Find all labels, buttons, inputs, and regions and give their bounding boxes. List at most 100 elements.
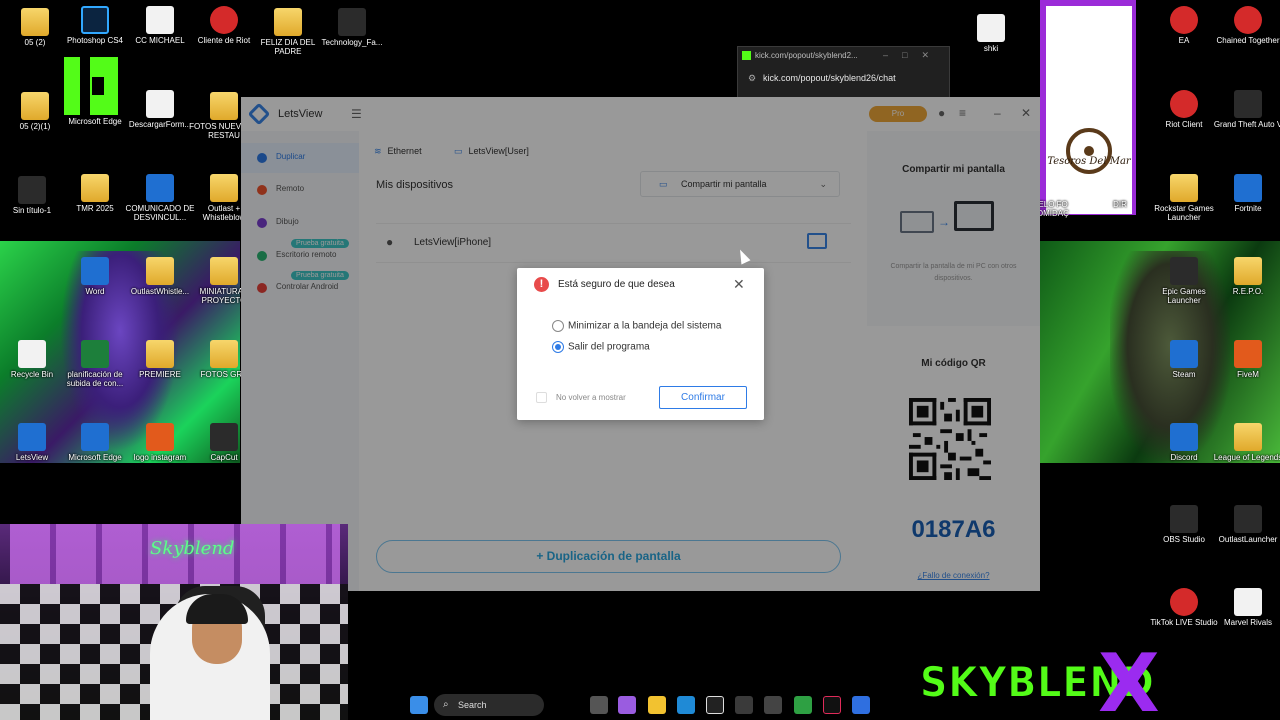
desktop-icon[interactable]: Microsoft Edge [60,423,130,462]
folder-icon [274,8,302,36]
window-controls[interactable]: –□✕ [883,50,943,61]
desktop-icon[interactable]: Photoshop CS4 [60,6,130,45]
chained-together-icon [1234,6,1262,34]
desktop-icon[interactable]: Discord [1149,423,1219,462]
desktop-icon[interactable]: PREMIERE [125,340,195,379]
desktop-icon[interactable]: COMUNICADO DE DESVINCUL... [125,174,195,222]
settings-icon[interactable] [764,696,782,714]
file-icon [338,8,366,36]
desktop-icon[interactable]: Steam [1149,340,1219,379]
desktop-icon[interactable]: FELIZ DIA DEL PADRE [253,8,323,56]
desktop-icon[interactable]: Microsoft Edge [60,117,130,126]
desktop-icon[interactable]: DIR [1100,200,1140,209]
folder-icon [146,340,174,368]
desktop-icon[interactable]: TikTok LIVE Studio [1149,588,1219,627]
desktop-icon[interactable]: Epic Games Launcher [1149,257,1219,305]
edge-icon [81,423,109,451]
desktop-icon[interactable]: CC MICHAEL [125,6,195,45]
tesoros-logo-text: Tesoros Del Mar [1047,156,1131,167]
desktop-icon[interactable]: Rockstar Games Launcher [1149,174,1219,222]
desktop-icon[interactable]: DescargarForm... [125,90,195,129]
word-doc-icon [146,174,174,202]
windows-start-icon[interactable] [410,696,428,714]
desktop-icon[interactable]: TMR 2025 [60,174,130,213]
epic-games-icon [1170,257,1198,285]
option-minimize-to-tray[interactable]: Minimizar a la bandeja del sistema [552,320,721,332]
riot-icon [210,6,238,34]
document-icon [1234,588,1262,616]
desktop-icon[interactable]: LetsView [0,423,67,462]
image-icon [977,14,1005,42]
settings-icon: ⚙ [748,73,757,83]
letsview-taskbar-icon[interactable] [852,696,870,714]
desktop-icon[interactable]: Chained Together [1213,6,1280,45]
kick-popout-window[interactable]: kick.com/popout/skyblend2... –□✕ ⚙ kick.c… [737,46,950,98]
folder-icon [146,257,174,285]
kick-icon [742,51,751,61]
outlast-launcher-icon [1234,505,1262,533]
folder-icon [210,92,238,120]
desktop-icon[interactable]: shki [956,14,1026,53]
dialog-title: Está seguro de que desea [558,279,675,290]
word-icon [81,257,109,285]
letsview-icon [18,423,46,451]
file-explorer-icon[interactable] [648,696,666,714]
desktop-icon[interactable]: logo instagram [125,423,195,462]
desktop-icon[interactable]: Technology_Fa... [317,8,387,47]
neon-sign: Skyblend [150,538,235,559]
capcut-icon[interactable] [706,696,724,714]
folder-icon [21,8,49,36]
copilot-icon[interactable] [618,696,636,714]
folder-icon [21,92,49,120]
close-icon[interactable]: ✕ [733,276,745,293]
kick-url-bar[interactable]: ⚙ kick.com/popout/skyblend26/chat [748,73,896,84]
confirm-button[interactable]: Confirmar [659,386,747,409]
document-icon [146,90,174,118]
desktop-icon[interactable]: Cliente de Riot [189,6,259,45]
photoshop-icon [81,6,109,34]
dont-show-again-label: No volver a mostrar [556,393,626,402]
dont-show-again-checkbox[interactable] [536,392,547,403]
warning-icon: ! [534,277,549,292]
task-view-icon[interactable] [590,696,608,714]
desktop-icon[interactable]: Fortnite [1213,174,1280,213]
desktop-icon[interactable]: OutlastLauncher [1213,505,1280,544]
desktop-icon[interactable]: Riot Client [1149,90,1219,129]
desktop-icon[interactable]: planificación de subida de con... [60,340,130,388]
fivem-icon [1234,340,1262,368]
edge-icon[interactable] [677,696,695,714]
desktop-icon[interactable]: Marvel Rivals [1213,588,1280,627]
excel-icon [81,340,109,368]
radio-button[interactable] [552,320,564,332]
tiktok-icon[interactable] [823,696,841,714]
option-exit-program[interactable]: Salir del programa [552,341,650,353]
rockstar-icon [1170,174,1198,202]
obs-icon [1170,505,1198,533]
desktop-icon[interactable]: R.E.P.O. [1213,257,1280,296]
gta-icon [1234,90,1262,118]
desktop-icon[interactable]: OBS Studio [1149,505,1219,544]
desktop-icon[interactable]: OutlastWhistle... [125,257,195,296]
radio-button-selected[interactable] [552,341,564,353]
instagram-icon [146,423,174,451]
desktop-icon[interactable]: Sin título-1 [0,176,67,215]
folder-icon [210,174,238,202]
recycle-bin-icon [18,340,46,368]
discord-icon [1170,423,1198,451]
desktop-icon[interactable]: Grand Theft Auto V [1213,90,1280,129]
desktop-icon[interactable]: League of Legends [1213,423,1280,462]
fortnite-icon [1234,174,1262,202]
desktop: Tesoros Del Mar 05 (2) Photoshop CS4 CC … [0,0,1280,720]
taskbar-search[interactable]: ⌕ Search [434,694,544,716]
search-icon: ⌕ [443,699,449,710]
desktop-icon[interactable]: FiveM [1213,340,1280,379]
kick-logo [64,57,118,115]
desktop-icon[interactable]: Recycle Bin [0,340,67,379]
store-icon[interactable] [735,696,753,714]
skyblend-logo-x: X [1098,637,1160,720]
riot-client-icon [1170,90,1198,118]
desktop-icon[interactable]: EA [1149,6,1219,45]
image-icon [18,176,46,204]
chrome-icon[interactable] [794,696,812,714]
desktop-icon[interactable]: Word [60,257,130,296]
